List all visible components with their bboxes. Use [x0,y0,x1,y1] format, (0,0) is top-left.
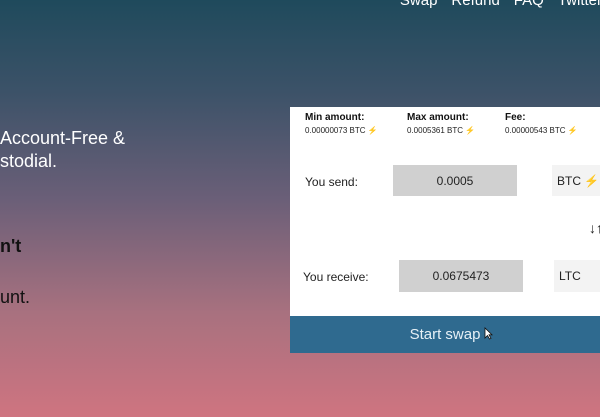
send-label: You send: [305,175,358,189]
hero-line-4: unt. [0,287,31,307]
swap-direction-icon[interactable]: ↓↑ [589,220,600,236]
lightning-icon: ⚡ [567,126,578,135]
send-amount-input[interactable] [393,165,517,196]
hero-line-1: Account-Free & [0,128,126,148]
min-amount-label: Min amount: [305,112,365,123]
receive-label: You receive: [303,270,369,284]
min-amount-value: 0.00000073 BTC [305,126,366,135]
max-amount-label: Max amount: [407,112,469,123]
hero-line-2: stodial. [0,151,58,171]
send-currency-select[interactable]: BTC ⚡ [552,165,600,196]
top-nav: Swap Refund FAQ Twitter [400,0,600,9]
lightning-icon: ⚡ [367,126,378,135]
lightning-icon: ⚡ [465,126,476,135]
fee: Fee: 0.00000543 BTC ⚡ [505,112,578,135]
nav-twitter[interactable]: Twitter [558,0,600,9]
max-amount: Max amount: 0.0005361 BTC ⚡ [407,112,475,135]
receive-currency-select[interactable]: LTC [554,260,600,292]
fee-value: 0.00000543 BTC [505,126,566,135]
lightning-icon: ⚡ [584,173,599,188]
hero-line-3: n't [0,236,22,256]
receive-currency-label: LTC [559,269,581,283]
min-amount: Min amount: 0.00000073 BTC ⚡ [305,112,378,135]
max-amount-value: 0.0005361 BTC [407,126,464,135]
limits-row: Min amount: 0.00000073 BTC ⚡ Max amount:… [290,112,600,146]
start-swap-button[interactable]: Start swap [290,316,600,353]
fee-label: Fee: [505,112,526,123]
send-currency-label: BTC [557,173,581,188]
receive-amount-input[interactable] [399,260,523,292]
pointer-cursor-icon [484,327,493,340]
nav-faq[interactable]: FAQ [514,0,544,9]
nav-swap[interactable]: Swap [400,0,438,9]
nav-refund[interactable]: Refund [451,0,499,9]
